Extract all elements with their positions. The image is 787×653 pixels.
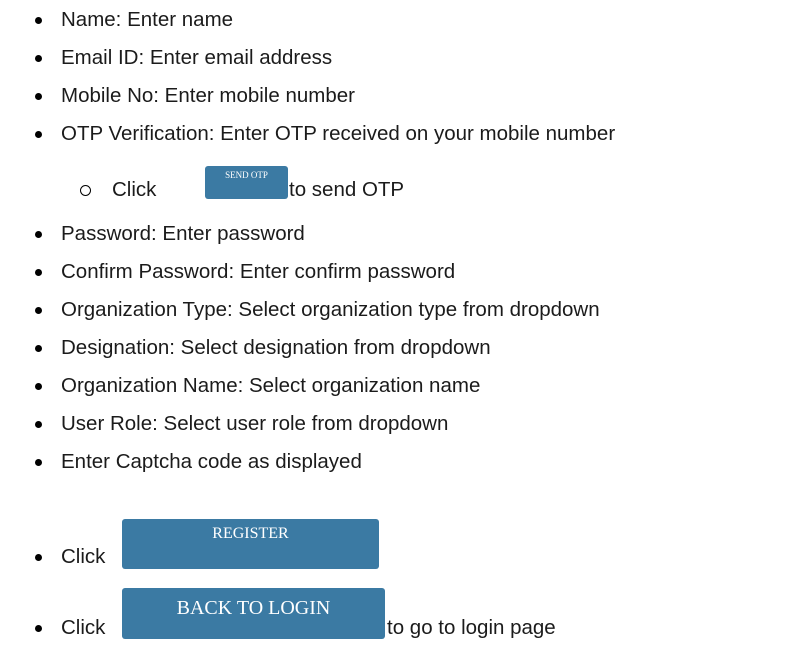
bullet-icon bbox=[35, 307, 42, 314]
instruction-document: Name: Enter name Email ID: Enter email a… bbox=[0, 0, 787, 653]
list-item-text: User Role: Select user role from dropdow… bbox=[61, 412, 449, 435]
bullet-icon bbox=[35, 55, 42, 62]
list-item-text: Name: Enter name bbox=[61, 8, 234, 31]
list-item-text: Confirm Password: Enter confirm password bbox=[61, 260, 456, 283]
list-item-text: Password: Enter password bbox=[61, 222, 305, 245]
bullet-icon bbox=[35, 625, 42, 632]
hollow-bullet-icon bbox=[80, 185, 91, 196]
click-label: Click bbox=[61, 616, 106, 639]
click-label: Click bbox=[112, 178, 157, 201]
list-item-text: Organization Type: Select organization t… bbox=[61, 298, 600, 321]
list-item-text: Enter Captcha code as displayed bbox=[61, 450, 362, 473]
send-otp-button-label: SEND OTP bbox=[225, 170, 268, 180]
register-button[interactable]: REGISTER bbox=[122, 519, 379, 569]
bullet-icon bbox=[35, 421, 42, 428]
list-item-text: OTP Verification: Enter OTP received on … bbox=[61, 122, 616, 145]
bullet-icon bbox=[35, 383, 42, 390]
list-item-text: Designation: Select designation from dro… bbox=[61, 336, 491, 359]
register-button-label: REGISTER bbox=[212, 525, 289, 542]
bullet-icon bbox=[35, 554, 42, 561]
back-to-login-button[interactable]: BACK TO LOGIN bbox=[122, 588, 385, 639]
bullet-icon bbox=[35, 93, 42, 100]
bullet-icon bbox=[35, 231, 42, 238]
send-otp-button[interactable]: SEND OTP bbox=[205, 166, 288, 199]
list-item-text: Organization Name: Select organization n… bbox=[61, 374, 481, 397]
list-item-text: Email ID: Enter email address bbox=[61, 46, 333, 69]
bullet-icon bbox=[35, 459, 42, 466]
list-item-text: Mobile No: Enter mobile number bbox=[61, 84, 355, 107]
bullet-icon bbox=[35, 17, 42, 24]
back-to-login-button-label: BACK TO LOGIN bbox=[176, 597, 331, 619]
bullet-icon bbox=[35, 269, 42, 276]
click-label: Click bbox=[61, 545, 106, 568]
bullet-icon bbox=[35, 131, 42, 138]
back-to-login-instruction: to go to login page bbox=[387, 616, 556, 639]
send-otp-instruction: to send OTP bbox=[289, 178, 405, 201]
bullet-icon bbox=[35, 345, 42, 352]
